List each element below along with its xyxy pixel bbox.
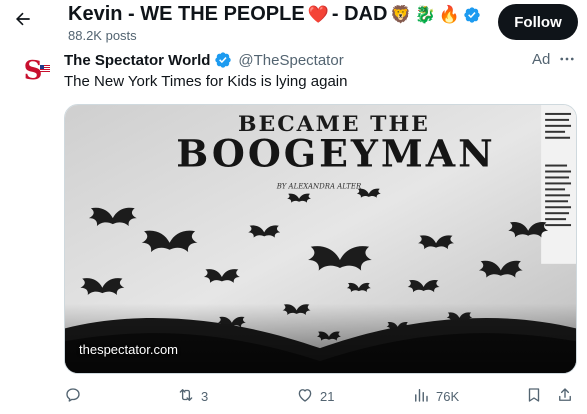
reply-icon (64, 386, 82, 407)
repost-button[interactable]: 3 (177, 379, 208, 413)
heart-icon (296, 386, 314, 407)
views-button[interactable]: 76K (412, 379, 459, 413)
share-button[interactable] (556, 379, 574, 413)
headline-main: BOOGEYMAN (176, 132, 495, 176)
views-bar-chart-icon (412, 386, 430, 407)
link-domain: thespectator.com (79, 342, 178, 357)
profile-name: Kevin - WE THE PEOPLE ❤️ - DAD 🦁 🐉 🔥 (68, 3, 481, 26)
back-button[interactable] (8, 6, 38, 36)
newspaper-image: BECAME THE BOOGEYMAN BY ALEXANDRA ALTER (65, 105, 576, 373)
avatar[interactable]: S (16, 54, 50, 88)
promoted-tweet[interactable]: S The Spectator World @TheSpectator Ad T… (0, 44, 587, 414)
author-row: The Spectator World @TheSpectator (64, 51, 344, 69)
profile-name-text: Kevin - WE THE PEOPLE (68, 3, 305, 25)
share-icon (556, 386, 574, 407)
profile-name-suffix: - DAD (331, 3, 388, 25)
repost-icon (177, 386, 195, 407)
follow-button[interactable]: Follow (498, 4, 578, 40)
profile-header: Kevin - WE THE PEOPLE ❤️ - DAD 🦁 🐉 🔥 88.… (0, 0, 587, 44)
tweet-actions: 3 21 76K (0, 379, 587, 413)
dragon-emoji: 🐉 (414, 4, 436, 25)
author-handle[interactable]: @TheSpectator (238, 52, 343, 69)
bookmark-icon (525, 386, 543, 407)
tweet-text: The New York Times for Kids is lying aga… (64, 73, 348, 90)
more-button[interactable] (556, 51, 578, 71)
fire-emoji: 🔥 (438, 4, 460, 25)
verified-badge-icon (463, 6, 481, 24)
views-count: 76K (436, 388, 460, 404)
post-count: 88.2K posts (68, 28, 137, 43)
like-button[interactable]: 21 (296, 379, 334, 413)
more-horizontal-icon (558, 50, 576, 73)
lion-emoji: 🦁 (390, 4, 412, 25)
like-count: 21 (320, 388, 335, 404)
tweet-media-card[interactable]: BECAME THE BOOGEYMAN BY ALEXANDRA ALTER (64, 104, 577, 374)
author-name[interactable]: The Spectator World (64, 52, 210, 69)
arrow-left-icon (13, 9, 33, 34)
reply-button[interactable] (64, 379, 88, 413)
repost-count: 3 (201, 388, 209, 404)
ad-label: Ad (532, 51, 551, 68)
bookmark-button[interactable] (525, 379, 543, 413)
flag-icon (40, 65, 50, 72)
byline: BY ALEXANDRA ALTER (276, 182, 362, 190)
heart-emoji: ❤️ (307, 4, 329, 25)
verified-badge-icon (214, 51, 232, 69)
